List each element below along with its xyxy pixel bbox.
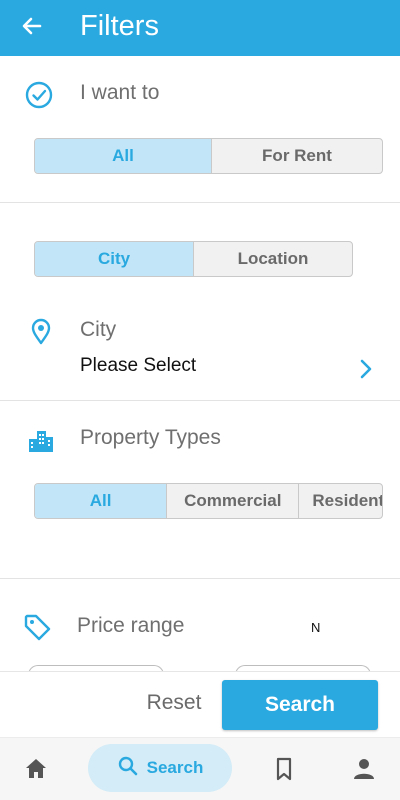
tag-icon	[22, 612, 52, 642]
divider	[0, 202, 400, 203]
profile-icon[interactable]	[350, 755, 378, 783]
app-bar: Filters	[0, 0, 400, 56]
bookmark-icon[interactable]	[270, 755, 298, 783]
check-circle-icon	[24, 80, 54, 110]
city-select-value[interactable]: Please Select	[80, 354, 196, 378]
home-icon[interactable]	[22, 755, 50, 783]
want-to-label: I want to	[80, 81, 160, 104]
price-indicator: N	[311, 620, 321, 635]
property-option-residential[interactable]: Residential	[298, 484, 382, 518]
page-title: Filters	[80, 10, 159, 42]
location-option-location[interactable]: Location	[193, 242, 352, 276]
want-to-toggle: All For Rent	[34, 138, 383, 174]
back-arrow-icon[interactable]	[18, 12, 46, 40]
divider	[0, 400, 400, 401]
property-option-all[interactable]: All	[35, 484, 167, 518]
price-range-label: Price range	[77, 614, 185, 637]
chevron-right-icon[interactable]	[356, 357, 376, 381]
city-label: City	[80, 318, 117, 341]
location-mode-toggle: City Location	[34, 241, 353, 277]
nav-search-label: Search	[146, 758, 204, 777]
reset-button[interactable]: Reset	[140, 688, 208, 718]
map-pin-icon	[26, 316, 56, 346]
search-icon	[117, 755, 139, 782]
buildings-icon	[26, 425, 56, 455]
location-option-city[interactable]: City	[35, 242, 193, 276]
want-option-all[interactable]: All	[35, 139, 211, 173]
nav-search-tab[interactable]: Search	[88, 744, 232, 792]
property-type-toggle: All Commercial Residential	[34, 483, 383, 519]
property-option-commercial[interactable]: Commercial	[166, 484, 298, 518]
divider	[0, 578, 400, 579]
want-option-for-rent[interactable]: For Rent	[210, 139, 382, 173]
property-types-label: Property Types	[80, 426, 221, 449]
search-button[interactable]: Search	[222, 680, 378, 730]
